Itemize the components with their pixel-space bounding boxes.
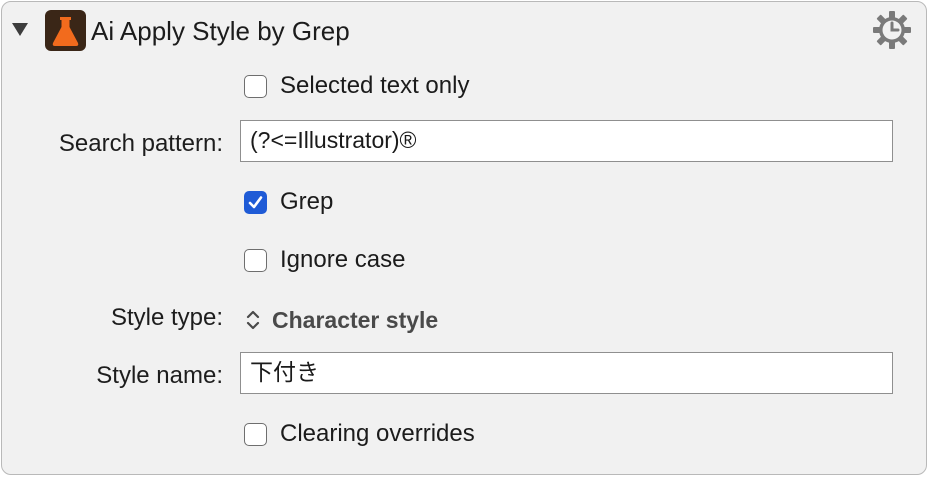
style-type-label: Style type: xyxy=(110,304,223,331)
ignore-case-option[interactable]: Ignore case xyxy=(244,245,405,275)
grep-label: Grep xyxy=(280,188,334,215)
selected-text-only-label: Selected text only xyxy=(280,72,470,99)
style-name-label: Style name: xyxy=(96,362,223,389)
disclosure-triangle-icon[interactable] xyxy=(12,23,28,36)
selected-text-only-checkbox[interactable] xyxy=(244,74,267,98)
clearing-overrides-label: Clearing overrides xyxy=(280,420,475,447)
style-name-field[interactable]: 下付き xyxy=(240,352,893,394)
action-title: Ai Apply Style by Grep xyxy=(91,16,350,46)
action-header: Ai Apply Style by Grep xyxy=(2,2,926,60)
search-pattern-label: Search pattern: xyxy=(58,130,223,157)
checkmark-icon xyxy=(248,195,263,208)
grep-checkbox[interactable] xyxy=(244,190,267,214)
up-down-chevron-icon xyxy=(246,310,260,330)
gear-icon[interactable] xyxy=(871,9,913,51)
flask-icon xyxy=(45,10,86,51)
clearing-overrides-option[interactable]: Clearing overrides xyxy=(244,419,475,449)
style-type-popup[interactable]: Character style xyxy=(245,305,438,335)
clearing-overrides-checkbox[interactable] xyxy=(244,422,267,446)
ignore-case-checkbox[interactable] xyxy=(244,248,267,272)
ignore-case-label: Ignore case xyxy=(280,246,406,273)
action-panel: Ai Apply Style by Grep Selected text onl… xyxy=(1,1,927,475)
style-type-value: Character style xyxy=(272,306,439,333)
search-pattern-field[interactable]: (?<=Illustrator)® xyxy=(240,120,893,162)
grep-option[interactable]: Grep xyxy=(244,187,333,217)
selected-text-only-option[interactable]: Selected text only xyxy=(244,71,469,101)
